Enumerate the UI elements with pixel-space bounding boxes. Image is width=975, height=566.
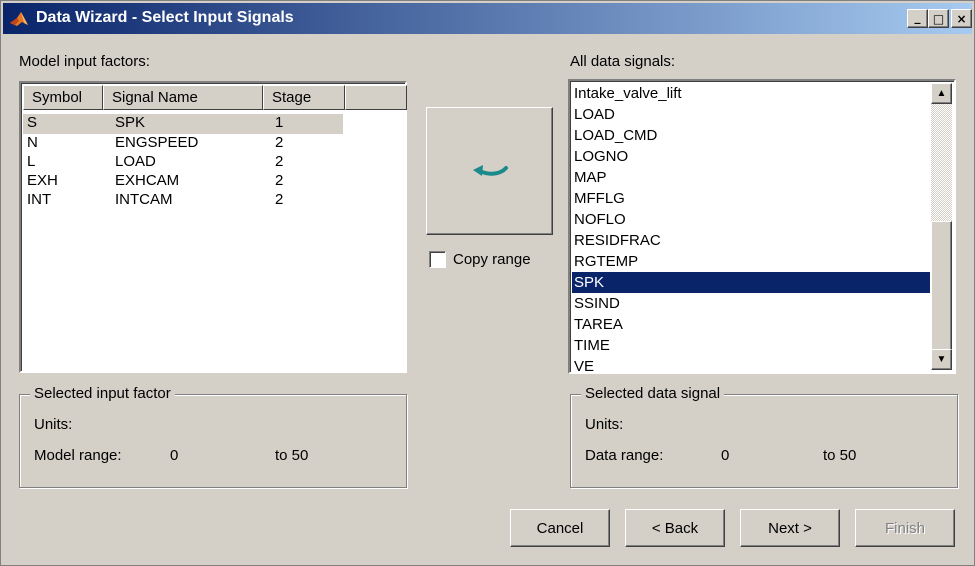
cell-stage: 2	[275, 153, 284, 170]
column-header-symbol[interactable]: Symbol	[23, 85, 103, 110]
cell-signal: EXHCAM	[115, 172, 180, 189]
cell-signal: SPK	[115, 114, 146, 131]
scroll-down-button[interactable]: ▼	[931, 349, 952, 370]
list-item[interactable]: NOFLO	[572, 209, 932, 230]
cell-symbol: L	[27, 153, 36, 170]
model-range-from: 0	[170, 447, 179, 464]
close-button[interactable]: ×	[951, 9, 972, 28]
arrow-up-icon: ▲	[936, 88, 947, 99]
list-item[interactable]: LOGNO	[572, 146, 932, 167]
column-header-empty	[345, 85, 407, 110]
list-item[interactable]: MAP	[572, 167, 932, 188]
window-title: Data Wizard - Select Input Signals	[36, 9, 294, 26]
maximize-icon: □	[932, 11, 945, 26]
list-item[interactable]: RESIDFRAC	[572, 230, 932, 251]
input-factors-table[interactable]: Symbol Signal Name Stage S SPK 1 N ENGSP…	[19, 81, 407, 373]
cell-stage: 2	[275, 134, 284, 151]
selected-data-signal-group: Selected data signal Units: Data range: …	[570, 385, 958, 488]
table-row[interactable]: INT INTCAM 2	[23, 191, 343, 211]
group-title: Selected input factor	[30, 385, 175, 402]
table-header: Symbol Signal Name Stage	[23, 85, 407, 110]
column-header-signal-name[interactable]: Signal Name	[103, 85, 263, 110]
list-item[interactable]: RGTEMP	[572, 251, 932, 272]
list-item[interactable]: Intake_valve_lift	[572, 83, 932, 104]
back-button[interactable]: < Back	[625, 509, 725, 547]
arrow-down-icon: ▼	[936, 354, 947, 365]
data-range-label: Data range:	[585, 447, 664, 464]
matlab-logo-icon	[10, 12, 28, 26]
list-item[interactable]: VE	[572, 356, 932, 372]
column-header-stage[interactable]: Stage	[263, 85, 345, 110]
finish-button[interactable]: Finish	[855, 509, 955, 547]
model-range-label: Model range:	[34, 447, 122, 464]
list-item[interactable]: SSIND	[572, 293, 932, 314]
cell-signal: LOAD	[115, 153, 156, 170]
copy-range-label[interactable]: Copy range	[453, 251, 531, 268]
vertical-scrollbar[interactable]: ▲ ▼	[931, 83, 952, 370]
data-wizard-window: Data Wizard - Select Input Signals _ □ ×…	[0, 0, 975, 566]
cell-signal: ENGSPEED	[115, 134, 199, 151]
copy-range-checkbox[interactable]	[429, 251, 446, 268]
table-row[interactable]: N ENGSPEED 2	[23, 134, 343, 154]
model-range-to: to 50	[275, 447, 309, 464]
cancel-button[interactable]: Cancel	[510, 509, 610, 547]
list-item-selected[interactable]: SPK	[572, 272, 930, 293]
assign-signal-button[interactable]	[426, 107, 553, 235]
units-label: Units:	[585, 416, 624, 433]
data-range-from: 0	[721, 447, 730, 464]
minimize-icon: _	[914, 9, 921, 24]
table-row[interactable]: EXH EXHCAM 2	[23, 172, 343, 192]
group-title: Selected data signal	[581, 385, 725, 402]
maximize-button[interactable]: □	[928, 9, 949, 28]
close-icon: ×	[956, 11, 967, 26]
minimize-button[interactable]: _	[907, 9, 928, 28]
cell-signal: INTCAM	[115, 191, 173, 208]
cell-symbol: N	[27, 134, 38, 151]
cell-stage: 1	[275, 114, 284, 131]
model-input-factors-label: Model input factors:	[19, 53, 150, 70]
data-range-to: to 50	[823, 447, 857, 464]
next-button[interactable]: Next >	[740, 509, 840, 547]
table-row[interactable]: S SPK 1	[23, 114, 343, 134]
units-label: Units:	[34, 416, 73, 433]
list-item[interactable]: LOAD_CMD	[572, 125, 932, 146]
cell-symbol: S	[27, 114, 38, 131]
list-item[interactable]: TAREA	[572, 314, 932, 335]
list-item[interactable]: LOAD	[572, 104, 932, 125]
cell-symbol: INT	[27, 191, 52, 208]
title-bar[interactable]: Data Wizard - Select Input Signals _ □ ×	[3, 3, 972, 34]
cell-stage: 2	[275, 172, 284, 189]
list-item[interactable]: TIME	[572, 335, 932, 356]
all-data-signals-label: All data signals:	[570, 53, 676, 70]
cell-symbol: EXH	[27, 172, 58, 189]
scroll-up-button[interactable]: ▲	[931, 83, 952, 104]
table-row[interactable]: L LOAD 2	[23, 153, 343, 173]
list-item[interactable]: MFFLG	[572, 188, 932, 209]
curved-arrow-left-icon	[472, 165, 508, 176]
scrollbar-thumb[interactable]	[931, 221, 952, 351]
selected-input-factor-group: Selected input factor Units: Model range…	[19, 385, 407, 488]
cell-stage: 2	[275, 191, 284, 208]
data-signals-list[interactable]: Intake_valve_lift LOAD LOAD_CMD LOGNO MA…	[568, 79, 956, 374]
